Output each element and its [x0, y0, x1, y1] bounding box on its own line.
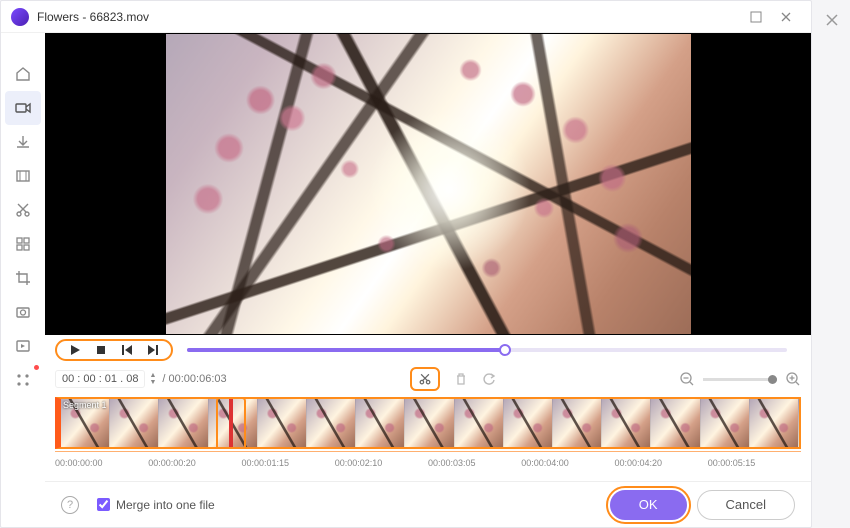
- split-button[interactable]: [410, 367, 440, 391]
- timeline-thumb[interactable]: [405, 399, 454, 447]
- help-button[interactable]: ?: [61, 496, 79, 514]
- ok-button[interactable]: OK: [610, 490, 687, 520]
- zoom-slider[interactable]: [703, 378, 777, 381]
- timeline-thumb[interactable]: [356, 399, 405, 447]
- preview-area: [45, 33, 811, 335]
- timeline-thumb[interactable]: [701, 399, 750, 447]
- close-button[interactable]: [771, 5, 801, 29]
- timeline-thumb[interactable]: [651, 399, 700, 447]
- timeline-thumb[interactable]: [307, 399, 356, 447]
- play-button-group: [55, 339, 173, 361]
- timeline-thumb[interactable]: [504, 399, 553, 447]
- merge-checkbox[interactable]: [97, 498, 110, 511]
- timeline-thumb[interactable]: [159, 399, 208, 447]
- content-area: 00 : 00 : 01 . 08 ▲▼ / 00:00:06:03 Segme…: [45, 33, 811, 527]
- progress-thumb[interactable]: [499, 344, 511, 356]
- zoom-in-button[interactable]: [785, 371, 801, 387]
- delete-button[interactable]: [454, 372, 468, 386]
- sidebar-item-cut[interactable]: [1, 193, 45, 227]
- play-button[interactable]: [69, 344, 81, 356]
- titlebar: Flowers - 66823.mov: [1, 1, 811, 33]
- timeline-thumb[interactable]: [750, 399, 799, 447]
- sidebar: [1, 33, 45, 527]
- video-preview[interactable]: [166, 34, 691, 334]
- stop-button[interactable]: [95, 344, 107, 356]
- progress-fill: [187, 348, 505, 352]
- sidebar-item-capture[interactable]: [1, 295, 45, 329]
- ruler-tick: 00:00:01:15: [242, 452, 335, 475]
- sidebar-item-crop[interactable]: [1, 261, 45, 295]
- cancel-button[interactable]: Cancel: [697, 490, 795, 520]
- timeline-thumb[interactable]: [209, 399, 258, 447]
- time-row: 00 : 00 : 01 . 08 ▲▼ / 00:00:06:03: [45, 365, 811, 393]
- total-time-label: / 00:00:06:03: [162, 373, 226, 385]
- playhead[interactable]: [229, 397, 233, 449]
- ruler-tick: 00:00:02:10: [335, 452, 428, 475]
- merge-label-text: Merge into one file: [116, 498, 215, 512]
- time-spinner[interactable]: ▲▼: [149, 372, 156, 386]
- sidebar-item-apps[interactable]: [1, 363, 45, 397]
- segment-label: Segment 1: [63, 400, 107, 410]
- sidebar-item-record[interactable]: [1, 329, 45, 363]
- minimize-button[interactable]: [741, 5, 771, 29]
- ruler-tick: 00:00:03:05: [428, 452, 521, 475]
- outer-close-button[interactable]: [824, 12, 840, 28]
- next-frame-button[interactable]: [147, 344, 159, 356]
- current-time-input[interactable]: 00 : 00 : 01 . 08: [55, 370, 145, 388]
- timeline-thumb[interactable]: [455, 399, 504, 447]
- sidebar-item-frame[interactable]: [1, 159, 45, 193]
- timeline-thumb[interactable]: [602, 399, 651, 447]
- ruler-tick: 00:00:05:15: [708, 452, 801, 475]
- ruler-tick: 00:00:00:00: [55, 452, 148, 475]
- zoom-out-button[interactable]: [679, 371, 695, 387]
- window-title: Flowers - 66823.mov: [37, 10, 741, 24]
- ruler-tick: 00:00:04:20: [615, 452, 708, 475]
- zoom-thumb[interactable]: [768, 375, 777, 384]
- app-icon: [11, 8, 29, 26]
- sidebar-item-grid[interactable]: [1, 227, 45, 261]
- ruler-tick: 00:00:00:20: [148, 452, 241, 475]
- timeline: Segment 1 00:00:00:00: [55, 397, 801, 475]
- playback-controls: [45, 335, 811, 365]
- timeline-thumb[interactable]: [110, 399, 159, 447]
- sidebar-item-download[interactable]: [1, 125, 45, 159]
- redo-button[interactable]: [482, 372, 496, 386]
- bottom-bar: ? Merge into one file OK Cancel: [45, 481, 811, 527]
- ruler-tick: 00:00:04:00: [521, 452, 614, 475]
- timeline-strip[interactable]: Segment 1: [55, 397, 801, 449]
- timeline-thumb[interactable]: [258, 399, 307, 447]
- timeline-thumb[interactable]: [553, 399, 602, 447]
- progress-slider[interactable]: [187, 348, 787, 352]
- merge-checkbox-label[interactable]: Merge into one file: [97, 498, 215, 512]
- prev-frame-button[interactable]: [121, 344, 133, 356]
- zoom-controls: [679, 371, 801, 387]
- editor-window: Flowers - 66823.mov: [0, 0, 812, 528]
- timeline-ruler: 00:00:00:00 00:00:00:20 00:00:01:15 00:0…: [55, 451, 801, 475]
- sidebar-item-video[interactable]: [5, 91, 41, 125]
- sidebar-item-home[interactable]: [1, 57, 45, 91]
